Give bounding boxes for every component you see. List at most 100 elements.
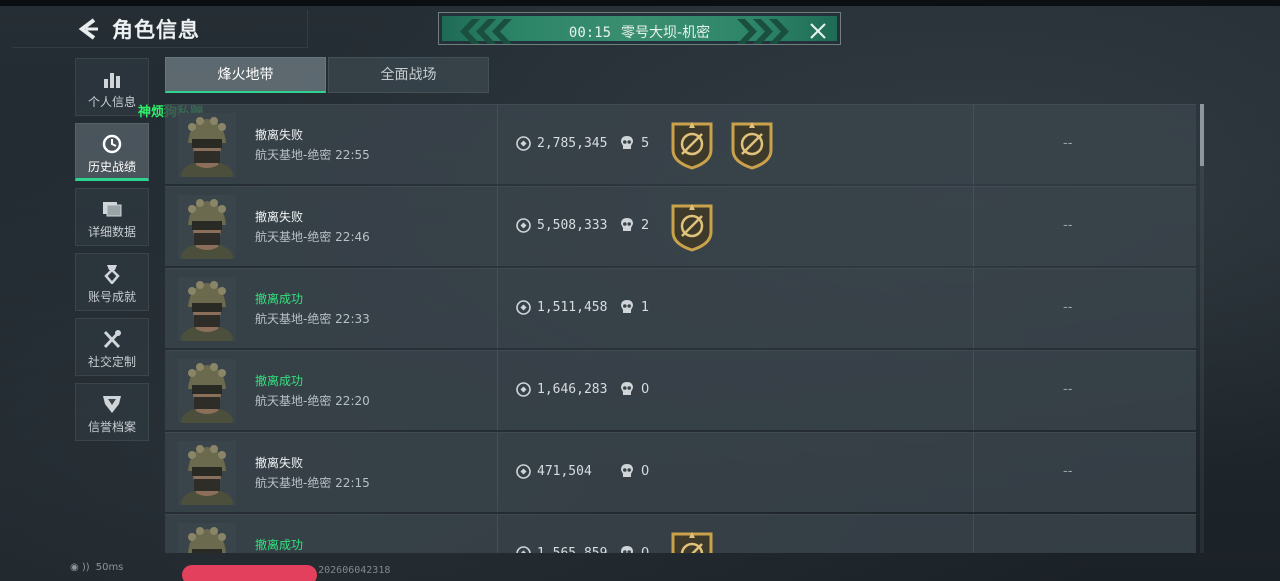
back-arrow-icon[interactable]: [76, 16, 102, 42]
skull-icon: [621, 300, 633, 313]
operator-avatar: [178, 113, 236, 189]
match-time: 22:20: [335, 394, 370, 408]
match-row[interactable]: 撤离成功 1,565,859 0: [165, 514, 1196, 553]
sidebar-item-achievements[interactable]: 账号成就: [75, 253, 149, 311]
scroll-thumb[interactable]: [1200, 104, 1204, 166]
match-meta: 航天基地-绝密 22:15: [255, 474, 370, 491]
skull-icon: [621, 136, 633, 149]
column-divider: [497, 187, 498, 267]
match-meta: 航天基地-绝密 22:20: [255, 392, 370, 409]
sidebar-item-label: 历史战绩: [87, 160, 136, 174]
column-divider: [973, 105, 974, 185]
banner-text: 00:15 零号大坝-机密: [442, 22, 837, 42]
redaction-mark: [182, 565, 317, 581]
banner-time: 00:15: [568, 25, 612, 41]
map-name: 航天基地-绝密: [255, 230, 332, 244]
column-divider: [973, 433, 974, 513]
badge-medal-icon[interactable]: [669, 120, 715, 170]
network-status: ◉ )) 50ms: [70, 562, 123, 573]
kill-count: 1: [641, 300, 650, 315]
coin-icon: [516, 300, 531, 315]
extraction-status: 撤离成功: [255, 538, 304, 552]
top-edge: [0, 0, 1280, 6]
extraction-status: 撤离成功: [255, 292, 304, 306]
extra-column: --: [1063, 218, 1073, 233]
match-history-list: 撤离失败 航天基地-绝密 22:55 2,785,345 5 -- 撤离失败 航…: [165, 104, 1196, 553]
column-divider: [973, 515, 974, 553]
column-divider: [497, 433, 498, 513]
match-row[interactable]: 撤离失败 航天基地-绝密 22:46 5,508,333 2 --: [165, 186, 1196, 271]
match-row[interactable]: 撤离失败 航天基地-绝密 22:15 471,504 0 --: [165, 432, 1196, 517]
match-row[interactable]: 撤离成功 航天基地-绝密 22:33 1,511,458 1 --: [165, 268, 1196, 353]
match-meta: 航天基地-绝密 22:33: [255, 310, 370, 327]
column-divider: [973, 187, 974, 267]
operator-avatar: [178, 359, 236, 435]
extra-column: --: [1063, 136, 1073, 151]
skull-icon: [621, 464, 633, 477]
skull-icon: [621, 546, 633, 553]
coin-icon: [516, 546, 531, 553]
ping-text: 50ms: [95, 562, 124, 573]
close-icon[interactable]: [807, 20, 829, 42]
kill-count: 0: [641, 546, 649, 553]
sidebar-item-label: 账号成就: [87, 290, 136, 304]
match-row[interactable]: 撤离失败 航天基地-绝密 22:55 2,785,345 5 --: [165, 104, 1196, 189]
folder-icon: [103, 202, 122, 217]
sidebar-item-social[interactable]: 社交定制: [75, 318, 149, 376]
map-name: 航天基地-绝密: [255, 312, 332, 326]
match-value: 471,504: [537, 464, 592, 479]
operator-avatar: [178, 277, 236, 353]
medal-icon: [104, 265, 120, 284]
sidebar-item-history[interactable]: 历史战绩: [75, 123, 149, 181]
column-divider: [497, 105, 498, 185]
match-value: 2,785,345: [537, 136, 608, 151]
operator-avatar: [178, 523, 236, 553]
kill-count: 0: [641, 382, 650, 397]
match-time: 22:15: [335, 476, 370, 490]
shield-icon: [103, 396, 121, 413]
match-value: 1,646,283: [537, 382, 608, 397]
match-value: 1,511,458: [537, 300, 608, 315]
mode-tabs: 烽火地带 全面战场: [165, 57, 491, 93]
column-divider: [973, 269, 974, 349]
column-divider: [497, 269, 498, 349]
scrollbar[interactable]: [1200, 104, 1204, 553]
banner-fill: 00:15 零号大坝-机密: [442, 16, 837, 44]
extraction-status: 撤离成功: [255, 374, 304, 388]
sidebar-item-details[interactable]: 详细数据: [75, 188, 149, 246]
match-time: 22:46: [335, 230, 370, 244]
skull-icon: [621, 218, 633, 231]
extraction-status: 撤离失败: [255, 456, 304, 470]
column-divider: [973, 351, 974, 431]
sidebar-item-label: 社交定制: [87, 355, 136, 369]
extra-column: --: [1063, 382, 1073, 397]
match-meta: 航天基地-绝密 22:46: [255, 228, 370, 245]
match-meta: 航天基地-绝密 22:55: [255, 146, 370, 163]
column-divider: [497, 515, 498, 553]
operator-avatar: [178, 195, 236, 271]
match-value: 5,508,333: [537, 218, 608, 233]
coin-icon: [516, 464, 531, 479]
map-name: 航天基地-绝密: [255, 148, 332, 162]
sidebar-item-reputation[interactable]: 信誉档案: [75, 383, 149, 441]
kill-count: 2: [641, 218, 650, 233]
extra-column: --: [1063, 464, 1073, 479]
badge-medal-icon[interactable]: [729, 120, 775, 170]
match-row[interactable]: 撤离成功 航天基地-绝密 22:20 1,646,283 0 --: [165, 350, 1196, 435]
coin-icon: [516, 136, 531, 151]
extraction-status: 撤离失败: [255, 128, 304, 142]
badge-medal-icon[interactable]: [669, 530, 715, 553]
skull-icon: [621, 382, 633, 395]
map-name: 航天基地-绝密: [255, 394, 332, 408]
map-name: 航天基地-绝密: [255, 476, 332, 490]
match-banner[interactable]: 00:15 零号大坝-机密: [438, 12, 841, 45]
badge-medal-icon[interactable]: [669, 202, 715, 252]
kill-count: 5: [641, 136, 650, 151]
bar-chart-icon: [104, 73, 120, 88]
tab-full-battlefield[interactable]: 全面战场: [328, 57, 489, 93]
banner-mode: 零号大坝-机密: [621, 25, 711, 41]
kill-count: 0: [641, 464, 650, 479]
match-time: 22:55: [335, 148, 370, 162]
page-title: 角色信息: [112, 18, 200, 42]
tab-fire-zone[interactable]: 烽火地带: [165, 57, 326, 93]
